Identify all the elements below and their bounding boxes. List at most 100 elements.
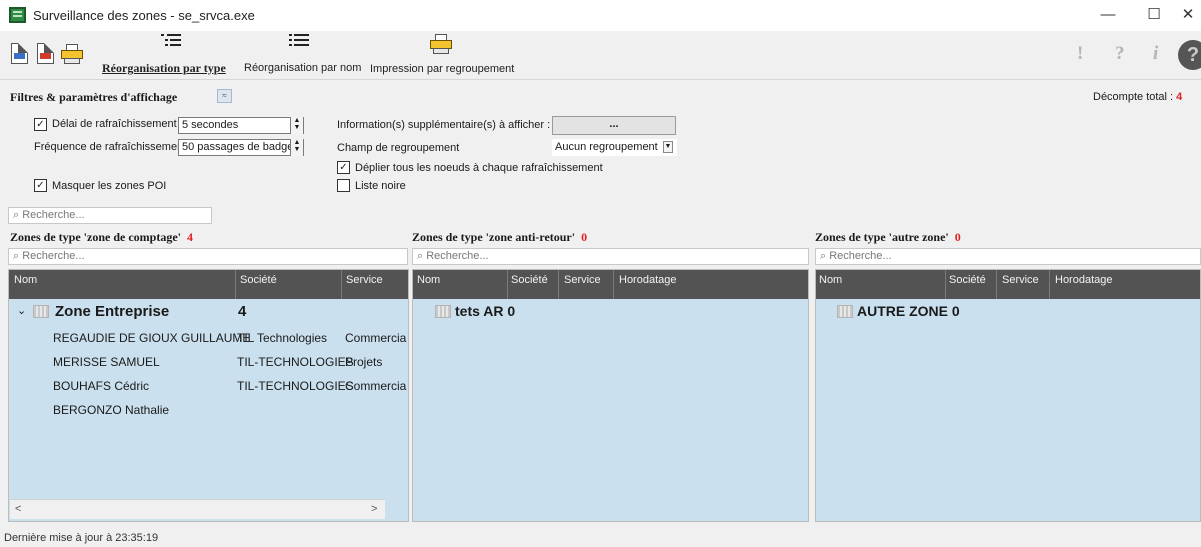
refresh-freq-spinner[interactable]: ▲ ▼ bbox=[290, 139, 303, 156]
zone-anti-retour-header: Nom Société Service Horodatage bbox=[413, 270, 808, 299]
blacklist-checkbox[interactable] bbox=[337, 179, 350, 192]
zone-anti-retour-panel: Nom Société Service Horodatage tets AR 0 bbox=[412, 269, 809, 522]
chevron-down-icon[interactable]: ▼ bbox=[663, 141, 673, 153]
refresh-delay-checkbox[interactable]: ✓ bbox=[34, 118, 47, 131]
zone-comptage-panel: Nom Société Service ⌄ Zone Entreprise 4 … bbox=[8, 269, 409, 522]
reorganize-by-type-icon[interactable] bbox=[161, 34, 181, 50]
col-societe[interactable]: Société bbox=[511, 274, 548, 286]
row-0-nom[interactable]: REGAUDIE DE GIOUX GUILLAUME bbox=[53, 331, 250, 345]
close-button[interactable]: ✕ bbox=[1165, 0, 1201, 31]
col-horodatage[interactable]: Horodatage bbox=[619, 274, 677, 286]
row-0-service[interactable]: Commercia bbox=[345, 331, 406, 345]
grouping-dropdown[interactable]: Aucun regroupement ▼ bbox=[552, 139, 677, 156]
col-nom[interactable]: Nom bbox=[417, 274, 440, 286]
zone-autre-count: 0 bbox=[954, 230, 961, 244]
refresh-freq-field[interactable]: 50 passages de badge bbox=[178, 139, 304, 156]
col-societe[interactable]: Société bbox=[949, 274, 986, 286]
col-societe[interactable]: Société bbox=[240, 274, 277, 286]
zone-comptage-search-placeholder: Recherche... bbox=[22, 250, 85, 262]
row-1-service[interactable]: Projets bbox=[345, 355, 382, 369]
expand-chevron-icon[interactable]: ⌄ bbox=[17, 304, 26, 317]
zone-autre-search-placeholder: Recherche... bbox=[829, 250, 892, 262]
zone-autre-search[interactable]: ⌕ Recherche... bbox=[815, 248, 1201, 265]
zone-anti-retour-search-placeholder: Recherche... bbox=[426, 250, 489, 262]
refresh-delay-field[interactable]: 5 secondes bbox=[178, 117, 304, 134]
status-bar: Dernière mise à jour à 23:35:19 bbox=[0, 529, 1201, 547]
row-2-service[interactable]: Commercia bbox=[345, 379, 406, 393]
zone-comptage-count: 4 bbox=[186, 230, 193, 244]
scroll-right-icon[interactable]: > bbox=[371, 503, 377, 515]
group-autre-zone[interactable]: AUTRE ZONE 0 bbox=[857, 303, 960, 319]
extra-info-button[interactable]: ... bbox=[552, 116, 676, 135]
grouping-label: Champ de regroupement bbox=[337, 142, 460, 154]
window-title: Surveillance des zones - se_srvca.exe bbox=[33, 8, 255, 23]
global-search-placeholder: Recherche... bbox=[22, 209, 85, 221]
alert-icon[interactable]: ! bbox=[1077, 43, 1083, 65]
zone-autre-header: Nom Société Service Horodatage bbox=[816, 270, 1200, 299]
col-service[interactable]: Service bbox=[1002, 274, 1039, 286]
row-2-nom[interactable]: BOUHAFS Cédric bbox=[53, 379, 149, 393]
app-icon bbox=[9, 7, 26, 23]
group-zone-entreprise[interactable]: Zone Entreprise bbox=[55, 303, 169, 320]
zone-folder-icon bbox=[435, 305, 451, 318]
refresh-delay-spinner[interactable]: ▲ ▼ bbox=[290, 117, 303, 134]
filters-title: Filtres & paramètres d'affichage bbox=[10, 90, 178, 104]
row-0-societe[interactable]: TIL Technologies bbox=[237, 331, 327, 345]
group-tets-ar[interactable]: tets AR 0 bbox=[455, 303, 515, 319]
col-nom[interactable]: Nom bbox=[819, 274, 842, 286]
zone-anti-retour-title: Zones de type 'zone anti-retour' 0 bbox=[412, 230, 587, 245]
group-zone-entreprise-count: 4 bbox=[238, 303, 247, 320]
print-by-group-button[interactable]: Impression par regroupement bbox=[370, 63, 514, 75]
refresh-delay-value: 5 secondes bbox=[182, 119, 239, 131]
reorganize-by-name-icon[interactable] bbox=[289, 34, 309, 50]
zone-comptage-header: Nom Société Service bbox=[9, 270, 408, 299]
zone-comptage-title: Zones de type 'zone de comptage' 4 bbox=[10, 230, 193, 245]
zone-anti-retour-count: 0 bbox=[581, 230, 588, 244]
row-2-societe[interactable]: TIL-TECHNOLOGIES bbox=[237, 379, 354, 393]
blacklist-label: Liste noire bbox=[355, 180, 406, 192]
zone-folder-icon bbox=[837, 305, 853, 318]
total-count-label: Décompte total : bbox=[1093, 91, 1174, 103]
global-search-input[interactable]: ⌕ Recherche... bbox=[8, 207, 212, 224]
expand-nodes-label: Déplier tous les noeuds à chaque rafraîc… bbox=[355, 162, 603, 174]
zone-comptage-title-text: Zones de type 'zone de comptage' bbox=[10, 230, 181, 244]
scroll-left-icon[interactable]: < bbox=[15, 503, 21, 515]
hide-poi-checkbox[interactable]: ✓ bbox=[34, 179, 47, 192]
row-3-nom[interactable]: BERGONZO Nathalie bbox=[53, 403, 169, 417]
col-service[interactable]: Service bbox=[564, 274, 601, 286]
refresh-delay-label: Délai de rafraîchissement bbox=[52, 118, 177, 130]
pdf-document-icon[interactable] bbox=[11, 43, 28, 64]
group-print-icon[interactable] bbox=[430, 34, 452, 54]
help-icon[interactable]: ? bbox=[1115, 43, 1125, 65]
col-horodatage[interactable]: Horodatage bbox=[1055, 274, 1113, 286]
zone-autre-title-text: Zones de type 'autre zone' bbox=[815, 230, 949, 244]
refresh-freq-label: Fréquence de rafraîchissement bbox=[34, 141, 187, 153]
zone-anti-retour-search[interactable]: ⌕ Recherche... bbox=[412, 248, 809, 265]
reorganize-by-type-button[interactable]: Réorganisation par type bbox=[102, 61, 226, 76]
row-1-societe[interactable]: TIL-TECHNOLOGIES bbox=[237, 355, 354, 369]
title-bar: Surveillance des zones - se_srvca.exe — … bbox=[0, 0, 1201, 31]
extra-info-label: Information(s) supplémentaire(s) à affic… bbox=[337, 119, 551, 131]
pdf-red-document-icon[interactable] bbox=[37, 43, 54, 64]
grouping-value: Aucun regroupement bbox=[555, 141, 658, 153]
zone-autre-panel: Nom Société Service Horodatage AUTRE ZON… bbox=[815, 269, 1201, 522]
zone-folder-icon bbox=[33, 305, 49, 318]
col-nom[interactable]: Nom bbox=[14, 274, 37, 286]
hide-poi-label: Masquer les zones POI bbox=[52, 180, 167, 192]
printer-icon[interactable] bbox=[61, 44, 83, 64]
total-count-value: 4 bbox=[1176, 91, 1183, 103]
row-1-nom[interactable]: MERISSE SAMUEL bbox=[53, 355, 160, 369]
reorganize-by-name-button[interactable]: Réorganisation par nom bbox=[244, 62, 361, 74]
minimize-button[interactable]: — bbox=[1085, 0, 1131, 31]
horizontal-scrollbar[interactable]: < > bbox=[10, 499, 385, 519]
zone-autre-title: Zones de type 'autre zone' 0 bbox=[815, 230, 961, 245]
col-service[interactable]: Service bbox=[346, 274, 383, 286]
zone-anti-retour-title-text: Zones de type 'zone anti-retour' bbox=[412, 230, 576, 244]
expand-nodes-checkbox[interactable]: ✓ bbox=[337, 161, 350, 174]
collapse-filters-button[interactable]: ≈ bbox=[217, 89, 232, 103]
refresh-freq-value: 50 passages de badge bbox=[182, 141, 294, 153]
info-icon[interactable]: i bbox=[1153, 43, 1158, 65]
toolbar: Réorganisation par type Réorganisation p… bbox=[0, 31, 1201, 80]
zone-comptage-search[interactable]: ⌕ Recherche... bbox=[8, 248, 408, 265]
help-circle-icon[interactable]: ? bbox=[1178, 40, 1201, 70]
